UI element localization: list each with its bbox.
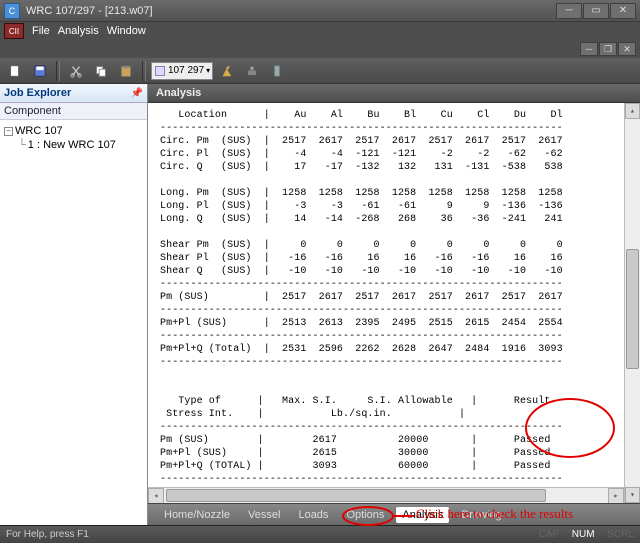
explorer-sub-header: Component bbox=[0, 103, 147, 120]
job-explorer-panel: Job Explorer 📌 Component − WRC 107 └ 1 :… bbox=[0, 84, 148, 525]
window-title: WRC 107/297 - [213.w07] bbox=[26, 5, 556, 17]
tab-analysis[interactable]: Analysis bbox=[396, 507, 449, 523]
tab-loads[interactable]: Loads bbox=[292, 507, 334, 523]
tree-branch-icon: └ bbox=[18, 139, 26, 151]
scroll-down-button[interactable]: ▾ bbox=[625, 487, 640, 503]
report-body: Location | Au Al Bu Bl Cu Cl Du Dl -----… bbox=[160, 109, 624, 486]
status-num: NUM bbox=[572, 529, 595, 540]
app-icon: C bbox=[4, 3, 20, 19]
toolbar-separator bbox=[56, 61, 60, 81]
scroll-left-button[interactable]: ◂ bbox=[148, 488, 164, 503]
scroll-track-h[interactable] bbox=[164, 488, 608, 503]
vertical-scrollbar[interactable]: ▴ ▾ bbox=[624, 103, 640, 503]
status-left: For Help, press F1 bbox=[6, 529, 89, 540]
toolbar-save-button[interactable] bbox=[29, 61, 51, 81]
statusbar: For Help, press F1 CAP NUM SCRL bbox=[0, 525, 640, 543]
mdi-restore-button[interactable]: ❐ bbox=[599, 42, 617, 56]
mdi-window-controls: ─ ❐ ✕ bbox=[0, 40, 640, 58]
tree-child-item[interactable]: └ 1 : New WRC 107 bbox=[4, 138, 143, 152]
toolbar-cut-button[interactable] bbox=[65, 61, 87, 81]
minimize-button[interactable]: ─ bbox=[556, 3, 582, 19]
window-buttons: ─ ▭ ✕ bbox=[556, 3, 636, 19]
pushpin-icon[interactable]: 📌 bbox=[131, 88, 143, 99]
main-area: Job Explorer 📌 Component − WRC 107 └ 1 :… bbox=[0, 84, 640, 525]
tree-root-item[interactable]: − WRC 107 bbox=[4, 124, 143, 138]
scroll-up-button[interactable]: ▴ bbox=[625, 103, 640, 119]
tab-drawing[interactable]: Drawing bbox=[455, 507, 507, 523]
toolbar-dropdown[interactable]: 107 297 ▾ bbox=[151, 62, 213, 80]
toolbar-tool-button-2[interactable] bbox=[266, 61, 288, 81]
close-button[interactable]: ✕ bbox=[610, 3, 636, 19]
tree-collapse-icon[interactable]: − bbox=[4, 127, 13, 136]
scroll-thumb[interactable] bbox=[626, 249, 639, 369]
menu-window[interactable]: Window bbox=[107, 25, 146, 37]
toolbar-separator bbox=[142, 61, 146, 81]
content-title: Analysis bbox=[148, 84, 640, 103]
horizontal-scrollbar[interactable]: ◂ ▸ bbox=[148, 487, 624, 503]
titlebar: C WRC 107/297 - [213.w07] ─ ▭ ✕ bbox=[0, 0, 640, 22]
analysis-report: Location | Au Al Bu Bl Cu Cl Du Dl -----… bbox=[148, 103, 640, 503]
tree-root-label: WRC 107 bbox=[15, 125, 63, 137]
explorer-panel-title: Job Explorer bbox=[4, 87, 71, 99]
mdi-close-button[interactable]: ✕ bbox=[618, 42, 636, 56]
edit-mode-icon[interactable]: CII bbox=[4, 23, 24, 39]
tab-vessel[interactable]: Vessel bbox=[242, 507, 286, 523]
explorer-tree: − WRC 107 └ 1 : New WRC 107 bbox=[0, 120, 147, 525]
status-right: CAP NUM SCRL bbox=[529, 529, 634, 540]
tab-home-nozzle[interactable]: Home/Nozzle bbox=[158, 507, 236, 523]
toolbar-dropdown-value: 107 297 bbox=[168, 65, 204, 76]
tree-child-label: 1 : New WRC 107 bbox=[28, 139, 116, 151]
toolbar-copy-button[interactable] bbox=[90, 61, 112, 81]
toolbar: 107 297 ▾ bbox=[0, 58, 640, 84]
toolbar-tool-button-1[interactable] bbox=[241, 61, 263, 81]
menu-file[interactable]: File bbox=[32, 25, 50, 37]
scroll-track[interactable] bbox=[625, 119, 640, 487]
toolbar-run-button[interactable] bbox=[216, 61, 238, 81]
bottom-tabstrip: Home/Nozzle Vessel Loads Options Analysi… bbox=[148, 503, 640, 525]
tab-options[interactable]: Options bbox=[340, 507, 390, 523]
mdi-minimize-button[interactable]: ─ bbox=[580, 42, 598, 56]
scroll-right-button[interactable]: ▸ bbox=[608, 488, 624, 503]
status-cap: CAP bbox=[539, 529, 559, 540]
content-panel: Analysis Location | Au Al Bu Bl Cu Cl Du… bbox=[148, 84, 640, 525]
scroll-thumb-h[interactable] bbox=[166, 489, 546, 502]
menubar: CII File Analysis Window bbox=[0, 22, 640, 40]
maximize-button[interactable]: ▭ bbox=[583, 3, 609, 19]
toolbar-paste-button[interactable] bbox=[115, 61, 137, 81]
chevron-down-icon: ▾ bbox=[206, 66, 210, 75]
toolbar-new-button[interactable] bbox=[4, 61, 26, 81]
menu-analysis[interactable]: Analysis bbox=[58, 25, 99, 37]
status-scrl: SCRL bbox=[607, 529, 634, 540]
explorer-panel-header: Job Explorer 📌 bbox=[0, 84, 147, 103]
